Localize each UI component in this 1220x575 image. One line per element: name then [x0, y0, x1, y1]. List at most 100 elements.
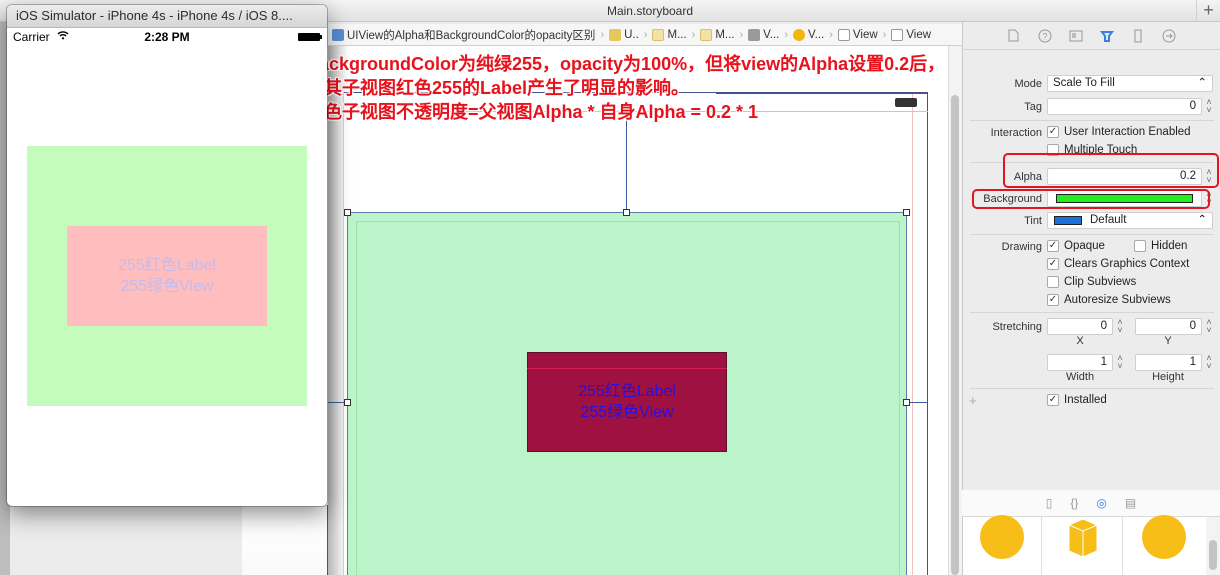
collection-view-controller-icon — [1142, 515, 1186, 559]
stretch-x-field[interactable]: 0 — [1047, 318, 1113, 335]
resize-handle[interactable] — [344, 209, 351, 216]
chevron-right-icon: › — [600, 28, 605, 41]
chevron-right-icon: › — [643, 28, 648, 41]
project-icon — [332, 28, 344, 41]
sim-label-line1: 255红色Label — [118, 257, 216, 274]
sim-label-line2: 255绿色View — [120, 278, 214, 295]
red-label[interactable]: 255红色Label 255绿色View — [527, 352, 727, 452]
jumpbar-label: U.. — [624, 28, 639, 41]
jump-bar: UIView的Alpha和BackgroundColor的opacity区别 › … — [328, 24, 962, 46]
clip-subviews-checkbox[interactable]: Clip Subviews — [1047, 276, 1136, 288]
jumpbar-item-project[interactable]: UIView的Alpha和BackgroundColor的opacity区别 — [332, 27, 595, 43]
inspector-tabs: ? — [962, 22, 1220, 50]
jumpbar-item-view[interactable]: View — [837, 28, 878, 41]
scene-icon — [748, 28, 761, 41]
jumpbar-item-storyboard-base[interactable]: M... — [700, 28, 735, 41]
tag-field[interactable]: 0 — [1047, 98, 1202, 115]
library-item-view-controller[interactable] — [962, 515, 1042, 575]
storyboard-icon — [700, 28, 713, 41]
tint-color-swatch — [1054, 216, 1082, 225]
ios-status-bar: Carrier 2:28 PM — [7, 28, 327, 46]
jumpbar-label: V... — [763, 28, 780, 41]
quick-help-icon[interactable]: ? — [1037, 28, 1053, 44]
drawing-label: Drawing — [1001, 241, 1042, 253]
tint-select[interactable]: Default ⌃ — [1047, 212, 1213, 229]
jumpbar-item-view-controller[interactable]: V... — [793, 28, 824, 41]
jumpbar-item-scene[interactable]: V... — [748, 28, 780, 41]
ios-simulator-window[interactable]: iOS Simulator - iPhone 4s - iPhone 4s / … — [7, 5, 327, 506]
hidden-checkbox[interactable]: Hidden — [1134, 240, 1187, 252]
checkbox-label: User Interaction Enabled — [1064, 126, 1191, 138]
library-item-collection-view-controller[interactable] — [1124, 515, 1204, 575]
attributes-inspector-icon[interactable] — [1099, 28, 1115, 44]
jumpbar-label: View — [906, 28, 932, 41]
sim-red-label: 255红色Label 255绿色View — [67, 226, 267, 326]
jumpbar-item-storyboard[interactable]: M... — [652, 28, 687, 41]
opaque-checkbox[interactable]: ✓ Opaque — [1047, 240, 1105, 252]
library-item-storyboard-reference[interactable] — [1043, 517, 1123, 575]
checkbox-icon: ✓ — [1047, 240, 1059, 252]
checkbox-label: Hidden — [1151, 240, 1188, 252]
clears-graphics-checkbox[interactable]: ✓ Clears Graphics Context — [1047, 258, 1189, 270]
installed-checkbox[interactable]: ✓ Installed — [1047, 394, 1107, 406]
view-icon — [837, 28, 850, 41]
stretch-y-field[interactable]: 0 — [1135, 318, 1202, 335]
size-inspector-icon[interactable] — [1130, 28, 1146, 44]
user-interaction-checkbox[interactable]: ✓ User Interaction Enabled — [1047, 126, 1191, 138]
library-scroll-thumb[interactable] — [1209, 540, 1217, 570]
status-time: 2:28 PM — [144, 30, 190, 44]
chevron-right-icon: › — [882, 28, 887, 41]
chevron-right-icon: › — [784, 28, 789, 41]
file-inspector-icon[interactable] — [1006, 28, 1022, 44]
view-controller-icon — [793, 28, 806, 41]
add-variation-button[interactable]: + — [969, 393, 977, 408]
chevron-right-icon: › — [739, 28, 744, 41]
folder-icon — [609, 28, 622, 41]
tag-stepper[interactable]: ˄ ˅ — [1204, 98, 1214, 115]
jumpbar-item-folder[interactable]: U.. — [609, 28, 639, 41]
add-tab-button[interactable]: + — [1196, 0, 1220, 22]
updown-icon: ⌃ — [1197, 77, 1207, 89]
autoresize-subviews-checkbox[interactable]: ✓ Autoresize Subviews — [1047, 294, 1171, 306]
code-snippet-icon[interactable]: {} — [1070, 496, 1078, 510]
alpha-highlight — [1003, 153, 1219, 188]
stretching-label: Stretching — [992, 321, 1042, 333]
updown-icon: ⌃ — [1197, 214, 1207, 226]
resize-handle[interactable] — [344, 399, 351, 406]
layout-guide — [912, 92, 913, 575]
checkbox-icon: ✓ — [1047, 126, 1059, 138]
annotation: BackgroundColor为纯绿255，opacity为100%，但将vie… — [306, 52, 1026, 124]
resize-handle[interactable] — [903, 209, 910, 216]
divider — [970, 234, 1214, 235]
jumpbar-item-subview[interactable]: View — [891, 28, 932, 41]
connections-inspector-icon[interactable] — [1161, 28, 1177, 44]
svg-text:?: ? — [1042, 31, 1047, 41]
layout-guide — [527, 368, 727, 369]
interaction-label: Interaction — [990, 127, 1042, 139]
jumpbar-label: M... — [715, 28, 735, 41]
checkbox-icon — [1047, 276, 1059, 288]
chevron-right-icon: › — [691, 28, 696, 41]
canvas-scroll-thumb[interactable] — [951, 95, 959, 575]
stretch-y-stepper[interactable]: ˄ ˅ — [1204, 318, 1214, 335]
mode-select[interactable]: Scale To Fill ⌃ — [1047, 75, 1213, 92]
media-library-icon[interactable]: ▤ — [1125, 496, 1136, 510]
window-title: Main.storyboard — [606, 4, 694, 18]
resize-handle[interactable] — [903, 399, 910, 406]
stretch-height-field[interactable]: 1 — [1135, 354, 1202, 371]
jumpbar-label: View — [852, 28, 878, 41]
stretch-width-field[interactable]: 1 — [1047, 354, 1113, 371]
library-tabs: ▯ {} ◎ ▤ — [962, 490, 1220, 517]
resize-handle[interactable] — [623, 209, 630, 216]
stretch-width-stepper[interactable]: ˄ ˅ — [1115, 354, 1125, 371]
file-template-icon[interactable]: ▯ — [1046, 496, 1053, 510]
object-library-icon[interactable]: ◎ — [1096, 496, 1106, 510]
constraint-top[interactable] — [626, 112, 627, 213]
stretch-x-stepper[interactable]: ˄ ˅ — [1115, 318, 1125, 335]
label-text-line2: 255绿色View — [580, 404, 674, 421]
battery-icon — [298, 33, 320, 41]
checkbox-label: Installed — [1064, 394, 1107, 406]
identity-inspector-icon[interactable] — [1068, 28, 1084, 44]
canvas-blank — [242, 505, 328, 575]
stretch-height-stepper[interactable]: ˄ ˅ — [1204, 354, 1214, 371]
